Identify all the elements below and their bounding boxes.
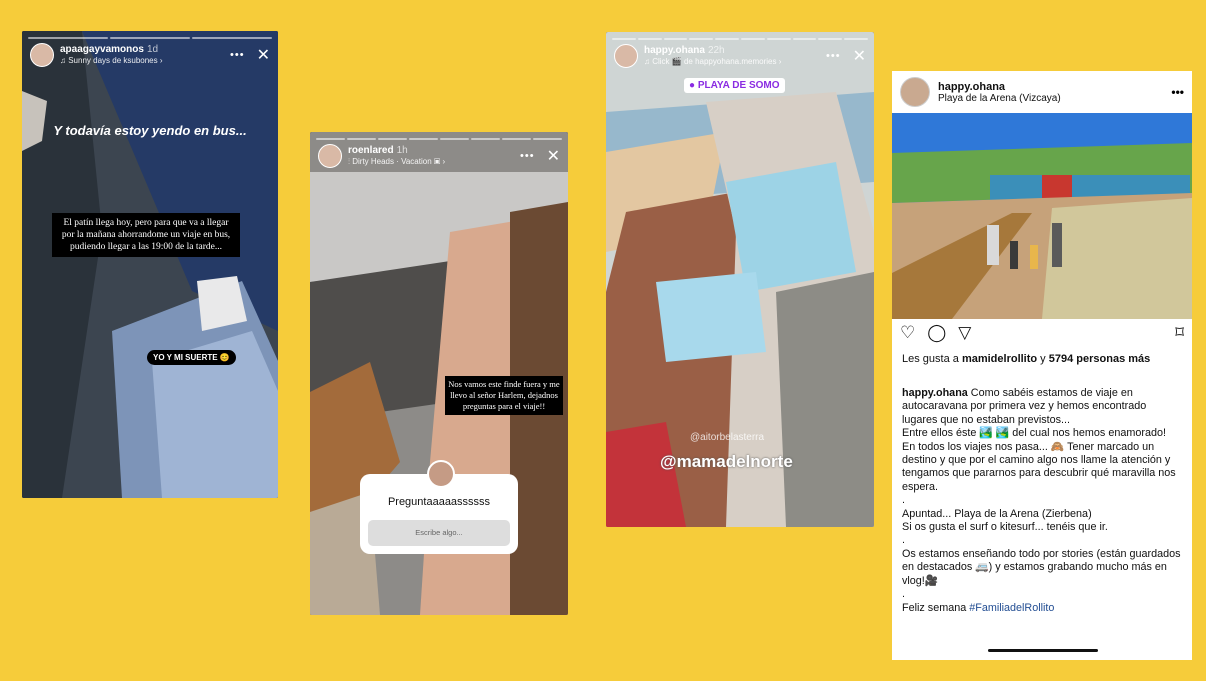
story-headline: Y todavía estoy yendo en bus... xyxy=(53,123,247,138)
question-title: Preguntaaaaassssss xyxy=(387,496,491,508)
caption-line: Entre ellos éste 🏞️ 🏞️ del cual nos hemo… xyxy=(902,427,1166,440)
location-pin-icon: ● xyxy=(689,80,696,91)
story-progress-bars xyxy=(28,37,272,39)
story-background xyxy=(22,31,278,498)
share-icon[interactable]: ▽ xyxy=(958,323,971,345)
story-happy-ohana[interactable]: happy.ohana 22h ♫ Click 🎬 de happyohana.m… xyxy=(606,32,874,527)
heart-icon[interactable]: ♡ xyxy=(900,323,915,345)
beach-photo xyxy=(892,113,1192,319)
more-icon[interactable]: ••• xyxy=(230,49,245,61)
more-icon[interactable]: ••• xyxy=(826,50,841,62)
post-photo[interactable] xyxy=(892,113,1192,319)
comment-icon[interactable]: ◯ xyxy=(927,323,946,345)
story-username[interactable]: happy.ohana xyxy=(644,45,705,56)
story-roenlared[interactable]: roenlared 1h ⫶ Dirty Heads · Vacation ▣ ›… xyxy=(310,132,568,615)
story-music[interactable]: ♫ Click 🎬 de happyohana.memories › xyxy=(644,56,820,67)
avatar[interactable] xyxy=(30,43,54,67)
bookmark-icon[interactable]: ⌑ xyxy=(1175,323,1184,345)
likes-user[interactable]: mamidelrollito xyxy=(962,353,1037,365)
more-icon[interactable]: ••• xyxy=(520,150,535,162)
more-icon[interactable]: ••• xyxy=(1171,85,1184,99)
close-icon[interactable]: ✕ xyxy=(257,45,270,65)
avatar[interactable] xyxy=(318,144,342,168)
caption-line: Si os gusta el surf o kitesurf... tenéis… xyxy=(902,521,1108,534)
story-username[interactable]: roenlared xyxy=(348,145,394,156)
avatar[interactable] xyxy=(614,44,638,68)
caption-username[interactable]: happy.ohana xyxy=(902,387,968,399)
story-time: 1h xyxy=(396,145,408,156)
story-text-box: El patín llega hoy, pero para que va a l… xyxy=(52,213,240,257)
caption-line: Feliz semana xyxy=(902,601,970,614)
hashtag[interactable]: #FamiliadelRollito xyxy=(969,602,1054,614)
question-input[interactable]: Escribe algo... xyxy=(368,520,510,546)
caption-line: Os estamos enseñando todo por stories (e… xyxy=(902,547,1181,587)
post-username[interactable]: happy.ohana xyxy=(938,81,1061,93)
story-time: 1d xyxy=(146,44,159,55)
post-actions: ♡ ◯ ▽ ⌑ xyxy=(900,323,1184,345)
story-music[interactable]: ⫶ Dirty Heads · Vacation ▣ › xyxy=(348,156,514,167)
story-music[interactable]: ♫ Sunny days de ksubones › xyxy=(60,55,224,66)
home-indicator xyxy=(988,649,1098,652)
post-header: happy.ohana Playa de la Arena (Vizcaya) … xyxy=(892,71,1192,113)
close-icon[interactable]: ✕ xyxy=(853,46,866,66)
avatar xyxy=(427,460,455,488)
post-location[interactable]: Playa de la Arena (Vizcaya) xyxy=(938,93,1061,104)
story-username[interactable]: apaagayvamonos xyxy=(60,44,144,55)
post-caption: happy.ohana Como sabéis estamos de viaje… xyxy=(902,387,1181,614)
likes-mid: y xyxy=(1037,353,1049,365)
story-progress-bars xyxy=(612,38,868,40)
story-text-box: Nos vamos este finde fuera y me llevo al… xyxy=(445,376,563,415)
mention-sticker[interactable]: @mamadelnorte xyxy=(660,452,793,472)
avatar[interactable] xyxy=(900,77,930,107)
story-apaagayvamonos[interactable]: apaagayvamonos 1d ♫ Sunny days de ksubone… xyxy=(22,31,278,498)
caption-line: En todos los viajes nos pasa... 🙈 Tener … xyxy=(902,440,1176,493)
mention-sticker-small[interactable]: @aitorbelasterra xyxy=(690,432,764,443)
caption-line: Apuntad... Playa de la Arena (Zierbena) xyxy=(902,507,1092,520)
likes-count[interactable]: 5794 personas más xyxy=(1049,353,1151,365)
question-sticker[interactable]: Preguntaaaaassssss Escribe algo... xyxy=(360,460,518,554)
story-progress-bars xyxy=(316,138,562,140)
location-name: PLAYA DE SOMO xyxy=(697,80,780,91)
instagram-post: happy.ohana Playa de la Arena (Vizcaya) … xyxy=(892,71,1192,660)
likes-prefix: Les gusta a xyxy=(902,353,962,365)
close-icon[interactable]: ✕ xyxy=(547,146,560,166)
post-likes[interactable]: Les gusta a mamidelrollito y 5794 person… xyxy=(902,353,1182,366)
story-time: 22h xyxy=(707,45,725,56)
story-sticker: YO Y MI SUERTE 😊 xyxy=(147,350,236,365)
location-sticker[interactable]: ● PLAYA DE SOMO xyxy=(684,78,785,93)
